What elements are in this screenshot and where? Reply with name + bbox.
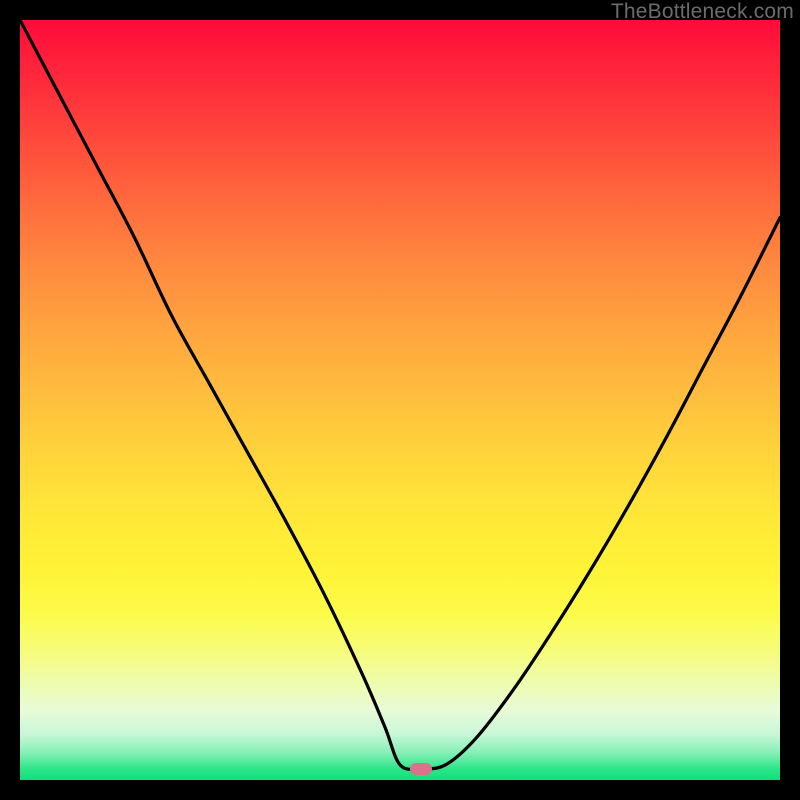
bottleneck-curve <box>20 20 780 780</box>
optimum-marker <box>410 763 432 775</box>
attribution-text: TheBottleneck.com <box>611 0 794 24</box>
curve-path <box>20 20 780 769</box>
plot-area <box>20 20 780 780</box>
chart-stage: TheBottleneck.com <box>0 0 800 800</box>
